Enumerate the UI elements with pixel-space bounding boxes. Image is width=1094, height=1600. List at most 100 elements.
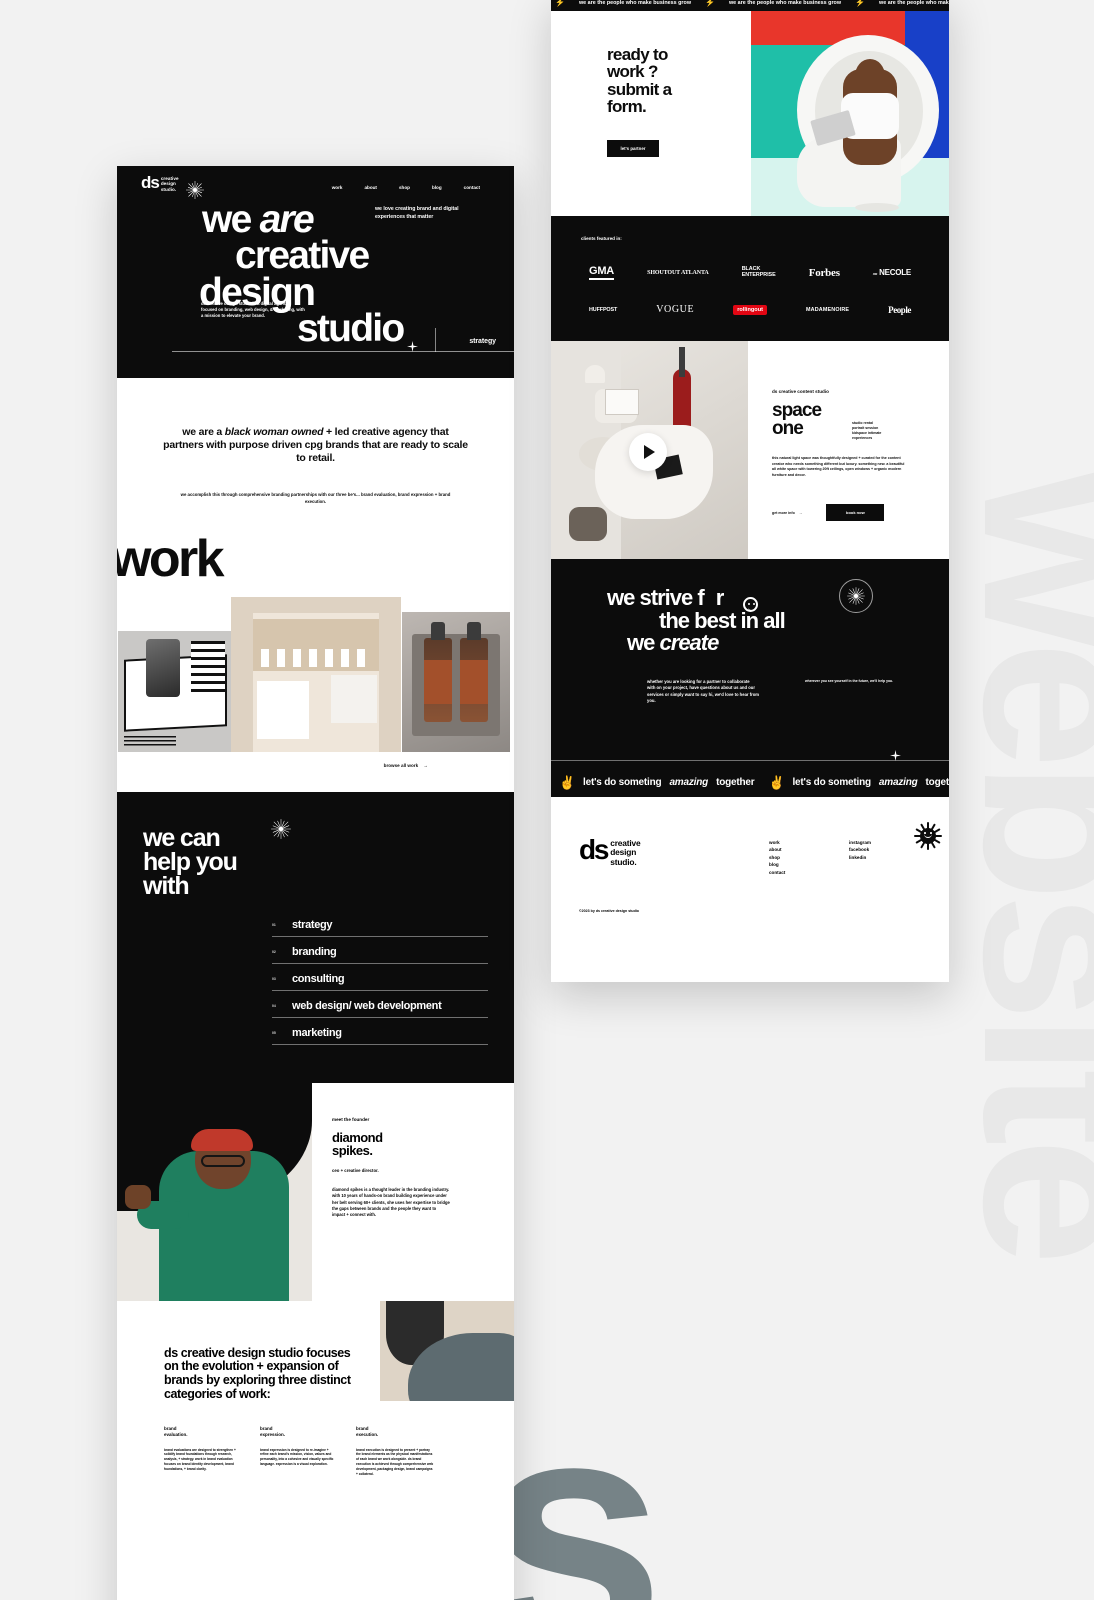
intro-lead-emphasis: black woman owned [224,426,324,438]
service-label: strategy [292,918,333,931]
play-icon[interactable] [629,433,667,471]
intro-note: we accomplish this through comprehensive… [180,492,451,505]
category-title-line-2: evaluation. [164,1431,188,1437]
nav-item-blog[interactable]: blog [432,185,442,190]
social-link-linkedin[interactable]: linkedin [849,854,915,861]
background-watermark-website: website [936,470,1094,1258]
services-list: 01 strategy 02 branding 03 consulting 04… [272,910,488,1045]
client-logo-people: People [888,304,911,315]
footer-logo-mark: ds [579,834,609,865]
primary-nav: work about shop blog contact [332,176,490,190]
circular-badge-icon [839,579,873,613]
clients-label: clients featured in: [581,236,622,241]
category-title-line-1: brand [260,1425,273,1431]
category-body: brand evaluations are designed to streng… [164,1447,236,1471]
arrow-right-icon: → [423,762,428,768]
nav-item-work[interactable]: work [332,185,343,190]
footer-nav-item-shop[interactable]: shop [769,854,849,861]
footer-nav-item-contact[interactable]: contact [769,869,849,876]
footer-nav-item-about[interactable]: about [769,846,849,853]
client-logo-xonecole-name: NECOLE [879,268,911,277]
service-label: branding [292,945,337,958]
service-row-web-design[interactable]: 04 web design/ web development [272,991,488,1018]
categories-photo [380,1300,514,1401]
category-body: brand expression is designed to re-imagi… [260,1447,334,1467]
peace-hand-icon: ✌ [768,774,785,790]
social-link-instagram[interactable]: instagram [849,839,915,846]
strive-copy-right: wherever you see yourself in the future,… [805,678,894,683]
lets-partner-button[interactable]: let's partner [607,140,659,158]
nav-item-contact[interactable]: contact [464,185,480,190]
intro-lead: we are a black woman owned + led creativ… [163,426,468,464]
header-navbar: ds creative design studio. work about sh… [117,166,514,192]
work-thumbnail-3[interactable] [402,611,510,752]
category-title: brand expression. [260,1426,338,1438]
space-one-eyebrow: ds creative content studio [772,389,829,394]
lightning-bolt-icon: ⚡ [555,0,565,7]
space-one-description: this natural light space was thoughtfull… [772,456,905,477]
client-logo-black-enterprise: BLACK ENTERPRISE [741,266,776,278]
strive-title-line-3-emphasis: create [659,630,720,656]
work-gallery [117,596,514,752]
logo-word-3: studio. [160,186,177,192]
bottom-marquee: ✌ let's do someting amazing together ✌ l… [551,767,949,797]
sparkle-icon [890,748,901,766]
marquee-pre: let's do someting [792,776,871,788]
service-row-strategy[interactable]: 01 strategy [272,910,488,937]
hero-line-2: creative [117,236,500,275]
client-logo-black-enterprise-line2: ENTERPRISE [741,271,776,278]
hero-tag-strategy[interactable]: strategy [469,338,496,345]
founder-bio: diamond spikes is a thought leader in th… [332,1187,450,1218]
service-row-consulting[interactable]: 03 consulting [272,964,488,991]
clients-section: clients featured in: GMA SHOUTOUT ATLANT… [551,216,949,341]
founder-eyebrow: meet the founder [332,1116,370,1122]
strive-section: we strive fr the best in all we create w… [551,559,949,797]
marquee-post: together [716,776,755,788]
marquee-text: we are the people who make business grow [578,0,692,6]
hero-word-studio: studio [297,307,405,351]
browse-all-work-link[interactable]: browse all work → [117,752,514,768]
book-now-button[interactable]: book now [826,504,885,522]
hero-blurb: ds creative design studio is a digital a… [201,301,305,319]
footer-nav-item-blog[interactable]: blog [769,861,849,868]
cta-title-line-3: submit a [607,79,672,99]
categories-section: ds creative design studio focuses on the… [117,1300,514,1513]
work-section: work browse all work → [117,529,514,792]
footer-logo[interactable]: ds creative design studio. [579,834,769,867]
service-number: 04 [272,1003,276,1008]
footer-section: ds creative design studio. work about sh… [551,797,949,937]
service-label: web design/ web development [292,999,442,1012]
cta-title-line-1: ready to [607,45,668,64]
marquee-item: ✌ let's do someting amazing together [559,774,755,790]
work-thumbnail-2[interactable] [231,596,401,752]
browse-all-work-label: browse all work [383,762,419,768]
marquee-emphasis: amazing [878,776,918,788]
footer-nav-item-work[interactable]: work [769,839,849,846]
service-row-branding[interactable]: 02 branding [272,937,488,964]
service-row-marketing[interactable]: 05 marketing [272,1018,488,1045]
strive-copy: whether you are looking for a partner to… [551,655,949,704]
hero-line-3: design [117,273,500,312]
nav-item-about[interactable]: about [364,185,377,190]
footer-logo-wordmark: creative design studio. [610,838,640,867]
space-one-copy: ds creative content studio space one stu… [748,341,949,559]
nav-item-shop[interactable]: shop [399,185,410,190]
cta-photo [751,11,949,216]
category-brand-evaluation: brand evaluation. brand evaluations are … [164,1426,242,1477]
get-more-info-link[interactable]: get more info → [772,511,802,515]
client-logo-forbes: Forbes [808,266,840,279]
footer-inner: ds creative design studio. work about sh… [551,822,949,876]
social-link-facebook[interactable]: facebook [849,846,915,853]
client-logo-shoutout-atlanta: SHOUTOUT ATLANTA [647,269,709,276]
client-logo-row-1: GMA SHOUTOUT ATLANTA BLACK ENTERPRISE Fo… [581,265,919,280]
cta-copy: ready to work ? submit a form. let's par… [551,11,751,216]
peace-hand-icon: ✌ [559,774,575,790]
work-thumbnail-1[interactable] [118,630,233,752]
site-logo[interactable]: ds creative design studio. [141,174,179,192]
marquee-emphasis: amazing [669,776,709,788]
space-one-title-line-2: one [772,418,804,440]
footer-copyright: ©2023 by ds creative design studio [579,909,639,913]
cta-section: ready to work ? submit a form. let's par… [551,11,949,216]
logo-word-1: creative [160,176,179,181]
work-title: work [117,529,225,588]
